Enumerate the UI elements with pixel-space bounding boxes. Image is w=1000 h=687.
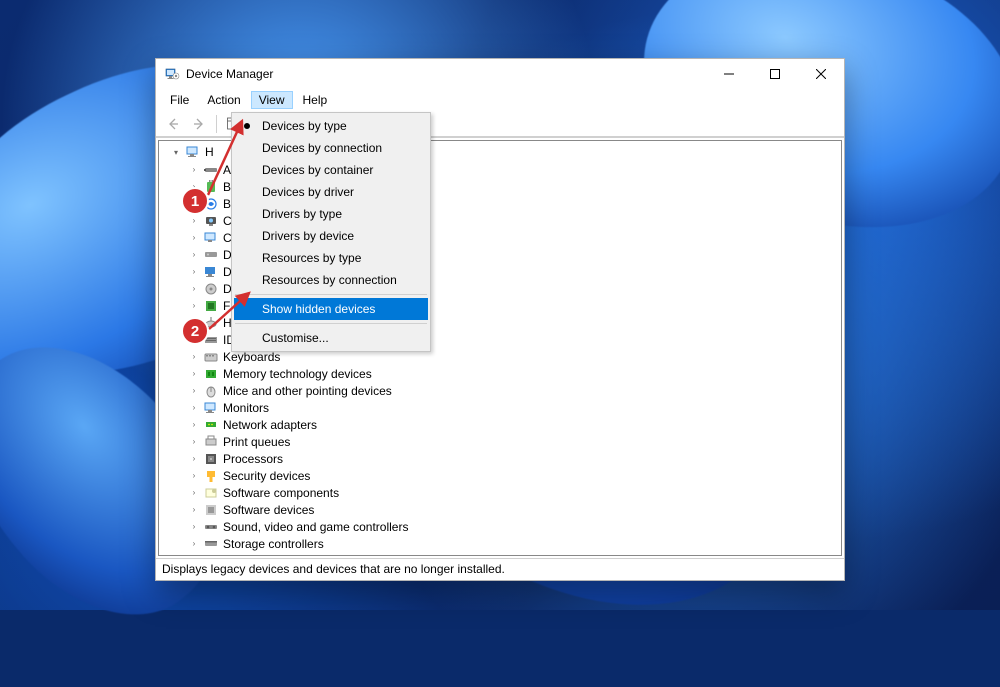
tree-item-label: Mice and other pointing devices xyxy=(223,384,392,398)
tree-item-label: Memory technology devices xyxy=(223,367,372,381)
annotation-badge-2: 2 xyxy=(181,317,209,345)
view-dropdown-menu: Devices by typeDevices by connectionDevi… xyxy=(231,112,431,352)
menu-file[interactable]: File xyxy=(162,91,197,109)
menu-option-devices-by-connection[interactable]: Devices by connection xyxy=(234,137,428,159)
window-title: Device Manager xyxy=(186,67,706,81)
status-text: Displays legacy devices and devices that… xyxy=(162,562,505,576)
tree-item-label: Sound, video and game controllers xyxy=(223,520,408,534)
tree-item[interactable]: › Monitors xyxy=(159,399,841,416)
tree-item-label: Processors xyxy=(223,452,283,466)
device-category-icon xyxy=(203,417,219,433)
device-category-icon xyxy=(203,230,219,246)
tree-item[interactable]: › Storage controllers xyxy=(159,535,841,552)
statusbar: Displays legacy devices and devices that… xyxy=(156,558,844,580)
minimize-button[interactable] xyxy=(706,59,752,89)
chevron-right-icon[interactable]: › xyxy=(189,250,199,260)
chevron-right-icon[interactable]: › xyxy=(189,301,199,311)
tree-item-label: Software components xyxy=(223,486,339,500)
menu-option-devices-by-container[interactable]: Devices by container xyxy=(234,159,428,181)
tree-item-label: Storage controllers xyxy=(223,537,324,551)
annotation-arrow-1 xyxy=(198,115,258,205)
device-category-icon xyxy=(203,536,219,552)
annotation-arrow-2 xyxy=(201,287,261,337)
maximize-button[interactable] xyxy=(752,59,798,89)
menu-option-drivers-by-type[interactable]: Drivers by type xyxy=(234,203,428,225)
chevron-right-icon[interactable]: › xyxy=(189,420,199,430)
menu-option-devices-by-driver[interactable]: Devices by driver xyxy=(234,181,428,203)
menu-option-resources-by-connection[interactable]: Resources by connection xyxy=(234,269,428,291)
chevron-right-icon[interactable]: › xyxy=(189,437,199,447)
device-category-icon xyxy=(203,451,219,467)
tree-item[interactable]: › Processors xyxy=(159,450,841,467)
device-category-icon xyxy=(203,502,219,518)
device-category-icon xyxy=(203,519,219,535)
menu-show-hidden-devices[interactable]: Show hidden devices xyxy=(234,298,428,320)
device-category-icon xyxy=(203,366,219,382)
menu-option-resources-by-type[interactable]: Resources by type xyxy=(234,247,428,269)
expander-icon[interactable]: ▾ xyxy=(171,147,181,157)
tree-item-label: Security devices xyxy=(223,469,310,483)
chevron-right-icon[interactable]: › xyxy=(189,386,199,396)
chevron-right-icon[interactable]: › xyxy=(189,488,199,498)
tree-item-label: Print queues xyxy=(223,435,290,449)
device-manager-window: Device Manager File Action View Help xyxy=(155,58,845,581)
device-category-icon xyxy=(203,468,219,484)
chevron-right-icon[interactable]: › xyxy=(189,369,199,379)
chevron-right-icon[interactable]: › xyxy=(189,267,199,277)
tree-item[interactable]: › Sound, video and game controllers xyxy=(159,518,841,535)
chevron-right-icon[interactable]: › xyxy=(189,403,199,413)
chevron-right-icon[interactable]: › xyxy=(189,471,199,481)
tree-item[interactable]: › Memory technology devices xyxy=(159,365,841,382)
chevron-right-icon[interactable]: › xyxy=(189,352,199,362)
tree-item[interactable]: › Software devices xyxy=(159,501,841,518)
annotation-badge-1: 1 xyxy=(181,187,209,215)
chevron-right-icon[interactable]: › xyxy=(189,454,199,464)
device-category-icon xyxy=(203,400,219,416)
device-category-icon xyxy=(203,247,219,263)
device-category-icon xyxy=(203,383,219,399)
nav-back-button xyxy=(162,113,184,135)
device-category-icon xyxy=(203,264,219,280)
menu-action[interactable]: Action xyxy=(199,91,248,109)
menubar: File Action View Help xyxy=(156,89,844,111)
titlebar: Device Manager xyxy=(156,59,844,89)
chevron-right-icon[interactable]: › xyxy=(189,539,199,549)
close-button[interactable] xyxy=(798,59,844,89)
menu-help[interactable]: Help xyxy=(295,91,336,109)
tree-item-label: Monitors xyxy=(223,401,269,415)
device-category-icon xyxy=(203,213,219,229)
menu-option-drivers-by-device[interactable]: Drivers by device xyxy=(234,225,428,247)
device-category-icon xyxy=(203,485,219,501)
app-icon xyxy=(164,66,180,82)
tree-item[interactable]: › Mice and other pointing devices xyxy=(159,382,841,399)
device-category-icon xyxy=(203,349,219,365)
chevron-right-icon[interactable]: › xyxy=(189,505,199,515)
tree-item[interactable]: › Network adapters xyxy=(159,416,841,433)
device-category-icon xyxy=(203,434,219,450)
menu-option-devices-by-type[interactable]: Devices by type xyxy=(234,115,428,137)
chevron-right-icon[interactable]: › xyxy=(189,216,199,226)
tree-item-label: Software devices xyxy=(223,503,314,517)
chevron-right-icon[interactable]: › xyxy=(189,284,199,294)
tree-item[interactable]: › Software components xyxy=(159,484,841,501)
tree-item[interactable]: › Security devices xyxy=(159,467,841,484)
chevron-right-icon[interactable]: › xyxy=(189,233,199,243)
tree-item-label: Network adapters xyxy=(223,418,317,432)
menu-view[interactable]: View xyxy=(251,91,293,109)
chevron-right-icon[interactable]: › xyxy=(189,522,199,532)
tree-item[interactable]: › Print queues xyxy=(159,433,841,450)
menu-customise[interactable]: Customise... xyxy=(234,327,428,349)
